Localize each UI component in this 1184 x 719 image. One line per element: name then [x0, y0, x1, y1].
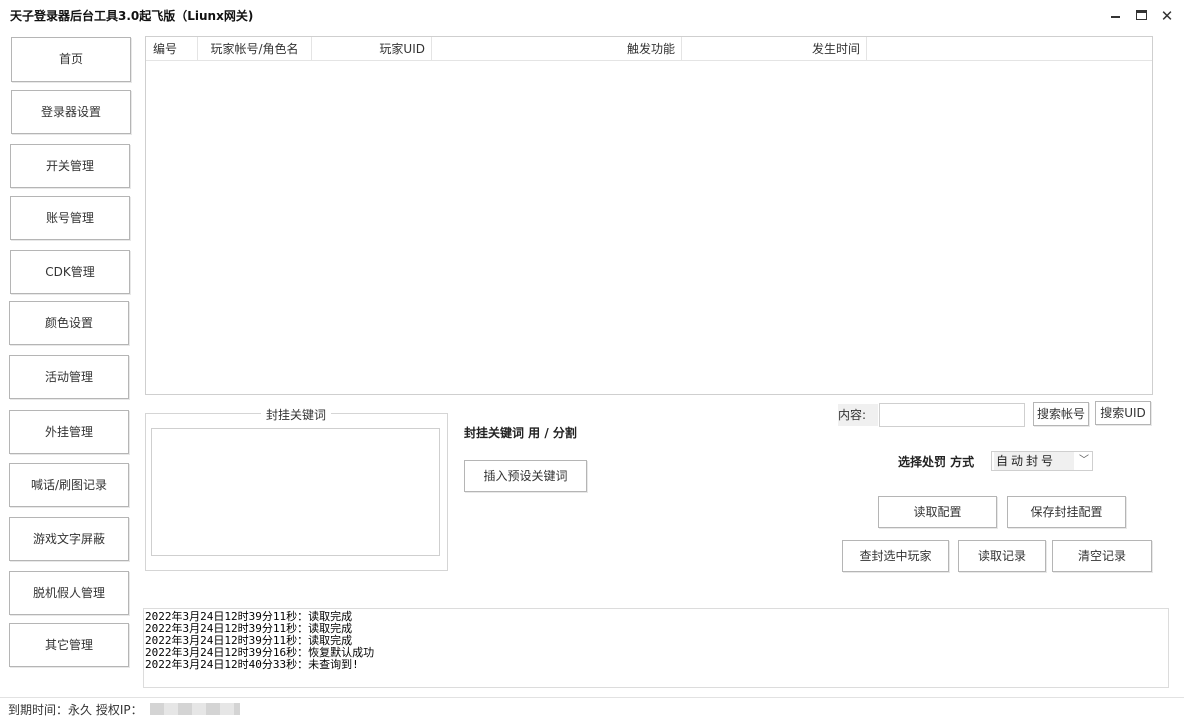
close-icon[interactable]: ✕ [1157, 6, 1177, 26]
penalty-select[interactable]: 自动封号 ﹀ [991, 451, 1093, 471]
sidebar-item-text-filter[interactable]: 游戏文字屏蔽 [9, 517, 129, 561]
sidebar-item-activity-management[interactable]: 活动管理 [9, 355, 129, 399]
log-line: 2022年3月24日12时40分33秒：未查询到! [145, 658, 359, 671]
column-player-uid[interactable]: 玩家UID [312, 37, 432, 61]
window-title: 天子登录器后台工具3.0起飞版（Liunx网关) [10, 9, 254, 23]
penalty-selected-value: 自动封号 [994, 452, 1074, 470]
sidebar-item-launcher-settings[interactable]: 登录器设置 [11, 90, 131, 134]
column-trigger-function[interactable]: 触发功能 [432, 37, 682, 61]
read-config-button[interactable]: 读取配置 [878, 496, 997, 528]
sidebar-item-switch-management[interactable]: 开关管理 [10, 144, 130, 188]
keyword-textarea[interactable] [151, 428, 440, 556]
keyword-group: 封挂关键词 [145, 406, 448, 571]
column-player-account[interactable]: 玩家帐号/角色名 [198, 37, 312, 61]
content-label: 内容: [838, 404, 878, 426]
records-table[interactable]: 编号 玩家帐号/角色名 玩家UID 触发功能 发生时间 [145, 36, 1153, 395]
penalty-label: 选择处罚 方式 [898, 455, 975, 469]
minimize-icon[interactable] [1105, 6, 1125, 26]
sidebar-item-cdk-management[interactable]: CDK管理 [10, 250, 130, 294]
chevron-down-icon[interactable]: ﹀ [1079, 452, 1089, 470]
read-records-button[interactable]: 读取记录 [958, 540, 1046, 572]
search-uid-button[interactable]: 搜索UID [1095, 401, 1151, 425]
search-account-button[interactable]: 搜索帐号 [1033, 402, 1089, 426]
sidebar-item-chat-records[interactable]: 喊话/刷图记录 [9, 463, 129, 507]
table-header: 编号 玩家帐号/角色名 玩家UID 触发功能 发生时间 [146, 37, 1152, 61]
column-occurred-time[interactable]: 发生时间 [682, 37, 867, 61]
column-id[interactable]: 编号 [146, 37, 198, 61]
log-output[interactable]: 2022年3月24日12时39分11秒：读取完成 2022年3月24日12时39… [143, 608, 1169, 688]
save-ban-config-button[interactable]: 保存封挂配置 [1007, 496, 1126, 528]
masked-ip [150, 703, 240, 715]
keyword-group-title: 封挂关键词 [261, 406, 332, 423]
sidebar-item-other-management[interactable]: 其它管理 [9, 623, 129, 667]
clear-records-button[interactable]: 清空记录 [1052, 540, 1152, 572]
status-text: 到期时间：永久 授权IP： [8, 703, 143, 717]
status-bar: 到期时间：永久 授权IP： [0, 697, 1184, 719]
sidebar-item-cheat-management[interactable]: 外挂管理 [9, 410, 129, 454]
sidebar-item-offline-bots[interactable]: 脱机假人管理 [9, 571, 129, 615]
sidebar-item-color-settings[interactable]: 颜色设置 [9, 301, 129, 345]
ban-selected-player-button[interactable]: 查封选中玩家 [842, 540, 949, 572]
sidebar-item-home[interactable]: 首页 [11, 37, 131, 82]
content-input[interactable] [879, 403, 1025, 427]
keyword-hint: 封挂关键词 用 / 分割 [464, 426, 577, 440]
maximize-icon[interactable] [1132, 6, 1152, 26]
insert-preset-keywords-button[interactable]: 插入预设关键词 [464, 460, 587, 492]
sidebar-item-account-management[interactable]: 账号管理 [10, 196, 130, 240]
title-bar: 天子登录器后台工具3.0起飞版（Liunx网关) ✕ [0, 0, 1184, 32]
